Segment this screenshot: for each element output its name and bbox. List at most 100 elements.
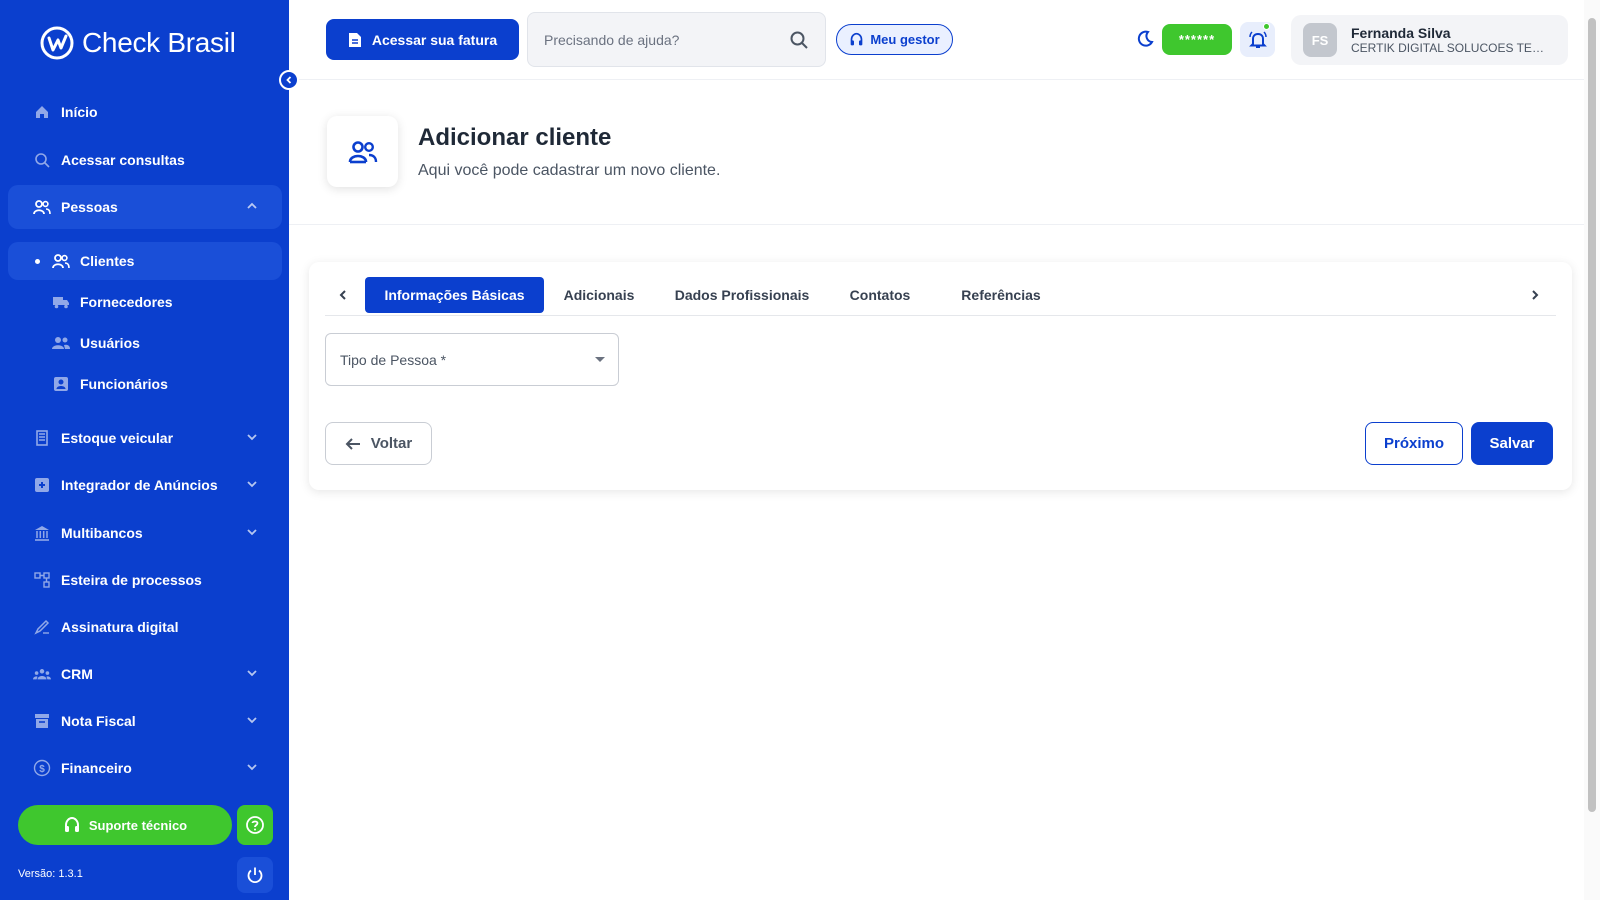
active-bullet xyxy=(35,259,40,264)
chevron-down-icon xyxy=(246,478,258,490)
balance-badge[interactable]: ****** xyxy=(1162,24,1232,55)
document-icon xyxy=(348,32,361,47)
tabs-scroll-left-button[interactable] xyxy=(331,283,355,307)
help-search[interactable] xyxy=(527,12,826,67)
sidebar-item-label: Nota Fiscal xyxy=(61,713,136,729)
bell-icon xyxy=(1248,30,1267,48)
chevron-down-icon xyxy=(246,526,258,538)
sidebar-item-label: Esteira de processos xyxy=(61,572,202,588)
person-type-label: Tipo de Pessoa * xyxy=(340,351,447,368)
logo-text: Check Brasil xyxy=(82,27,236,58)
building-icon xyxy=(33,429,51,447)
tab-contatos[interactable]: Contatos xyxy=(835,277,925,313)
sidebar-subitem-label: Clientes xyxy=(80,253,135,269)
tab-dados-profissionais[interactable]: Dados Profissionais xyxy=(665,277,819,313)
help-button[interactable] xyxy=(237,805,273,845)
search-icon[interactable] xyxy=(789,30,809,50)
notification-dot xyxy=(1263,23,1270,30)
sidebar-item-integrador-de-anuncios[interactable]: Integrador de Anúncios xyxy=(8,463,282,507)
notifications-button[interactable] xyxy=(1240,22,1275,57)
back-label: Voltar xyxy=(370,435,413,452)
sidebar-collapse-button[interactable] xyxy=(279,70,299,90)
people-icon xyxy=(348,140,377,163)
sidebar-item-label: Assinatura digital xyxy=(61,619,179,635)
tab-adicionais[interactable]: Adicionais xyxy=(554,277,644,313)
logo[interactable]: Check Brasil xyxy=(40,26,236,60)
sidebar-item-pessoas[interactable]: Pessoas xyxy=(8,185,282,229)
sidebar-subitem-clientes[interactable]: Clientes xyxy=(8,242,282,280)
page-title: Adicionar cliente xyxy=(418,124,612,151)
tabs-scroll-right-button[interactable] xyxy=(1523,283,1547,307)
ad-icon xyxy=(33,476,51,494)
users-group-icon xyxy=(52,334,70,352)
sidebar-item-label: Multibancos xyxy=(61,525,143,541)
page-scrollbar[interactable] xyxy=(1584,0,1600,900)
form-tabs: Informações Básicas Adicionais Dados Pro… xyxy=(325,277,1556,316)
sidebar-item-assinatura-digital[interactable]: Assinatura digital xyxy=(8,605,282,649)
sidebar-subitem-fornecedores[interactable]: Fornecedores xyxy=(8,283,282,321)
person-type-select[interactable]: Tipo de Pessoa * xyxy=(325,333,619,386)
sidebar-item-estoque-veicular[interactable]: Estoque veicular xyxy=(8,416,282,460)
arrow-left-icon xyxy=(345,437,360,450)
support-label: Suporte técnico xyxy=(88,817,188,833)
chevron-down-icon xyxy=(246,714,258,726)
dark-mode-toggle[interactable] xyxy=(1135,29,1155,49)
scrollbar-thumb[interactable] xyxy=(1588,18,1596,812)
sidebar: Check Brasil Início Acessar consultas Pe… xyxy=(0,0,289,900)
sidebar-subitem-usuarios[interactable]: Usuários xyxy=(8,324,282,362)
chevron-left-icon xyxy=(339,290,346,300)
sidebar-item-financeiro[interactable]: $ Financeiro xyxy=(8,746,282,790)
sidebar-item-esteira-de-processos[interactable]: Esteira de processos xyxy=(8,558,282,602)
sidebar-item-crm[interactable]: CRM xyxy=(8,652,282,696)
crm-people-icon xyxy=(33,665,51,683)
logout-button[interactable] xyxy=(237,857,273,893)
bank-icon xyxy=(33,524,51,542)
tab-informacoes-basicas[interactable]: Informações Básicas xyxy=(365,277,544,313)
invoice-label: Acessar sua fatura xyxy=(371,31,498,48)
next-button[interactable]: Próximo xyxy=(1365,422,1463,465)
check-brasil-logo-icon xyxy=(40,26,74,60)
manager-label: Meu gestor xyxy=(870,32,940,47)
user-company: CERTIK DIGITAL SOLUCOES TEC... xyxy=(1351,41,1549,55)
tab-referencias[interactable]: Referências xyxy=(943,277,1059,313)
top-header: Acessar sua fatura Meu gestor ****** FS … xyxy=(289,0,1584,80)
help-search-input[interactable] xyxy=(544,31,789,48)
invoice-button[interactable]: Acessar sua fatura xyxy=(326,19,519,60)
chevron-up-icon xyxy=(246,200,258,212)
page-title-icon-box xyxy=(327,116,398,187)
chevron-down-icon xyxy=(246,761,258,773)
truck-icon xyxy=(52,293,70,311)
search-icon xyxy=(33,151,51,169)
sidebar-item-label: Acessar consultas xyxy=(61,152,185,168)
sidebar-item-nota-fiscal[interactable]: Nota Fiscal xyxy=(8,699,282,743)
power-icon xyxy=(247,867,263,884)
sidebar-subitem-label: Fornecedores xyxy=(80,294,173,310)
chevron-down-icon xyxy=(246,667,258,679)
user-menu[interactable]: FS Fernanda Silva CERTIK DIGITAL SOLUCOE… xyxy=(1291,15,1568,65)
sidebar-item-multibancos[interactable]: Multibancos xyxy=(8,511,282,555)
sidebar-item-inicio[interactable]: Início xyxy=(8,90,282,134)
sidebar-item-label: CRM xyxy=(61,666,93,682)
user-name: Fernanda Silva xyxy=(1351,25,1451,41)
back-button[interactable]: Voltar xyxy=(325,422,432,465)
support-button[interactable]: Suporte técnico xyxy=(18,805,232,845)
sidebar-item-label: Estoque veicular xyxy=(61,430,174,446)
people-icon xyxy=(52,252,70,270)
headset-icon xyxy=(850,32,863,46)
question-circle-icon xyxy=(246,816,264,834)
manager-button[interactable]: Meu gestor xyxy=(836,24,953,55)
chevron-left-icon xyxy=(286,76,292,84)
sidebar-subitem-funcionarios[interactable]: Funcionários xyxy=(8,365,282,403)
headset-icon xyxy=(64,816,79,832)
home-icon xyxy=(33,103,51,121)
sidebar-subitem-label: Usuários xyxy=(80,335,140,351)
sidebar-item-label: Início xyxy=(61,104,98,120)
save-button[interactable]: Salvar xyxy=(1471,422,1553,465)
caret-down-icon xyxy=(595,357,605,362)
sidebar-item-label: Integrador de Anúncios xyxy=(61,477,218,493)
invoice-box-icon xyxy=(33,712,51,730)
badge-icon xyxy=(52,375,70,393)
sidebar-subitem-label: Funcionários xyxy=(80,376,168,392)
chevron-right-icon xyxy=(1532,290,1539,300)
sidebar-item-acessar-consultas[interactable]: Acessar consultas xyxy=(8,138,282,182)
